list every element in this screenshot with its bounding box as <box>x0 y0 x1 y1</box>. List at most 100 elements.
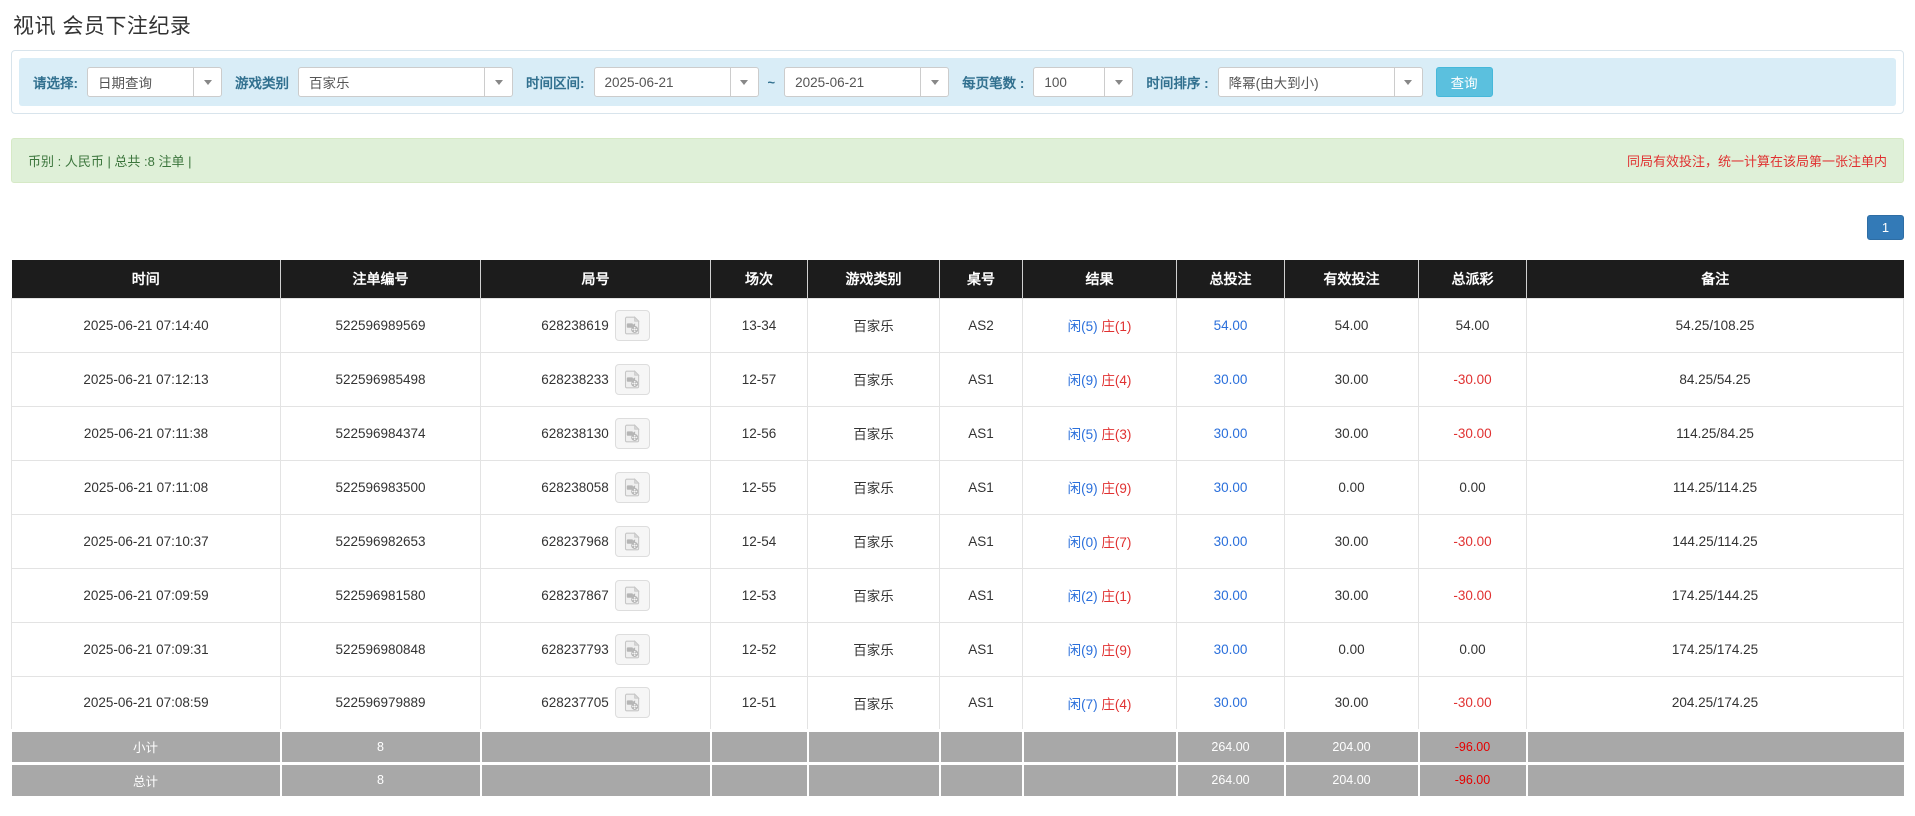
header-valid-bet: 有效投注 <box>1285 260 1419 298</box>
subtotal-label: 小计 <box>12 730 281 763</box>
video-replay-button[interactable] <box>615 418 650 449</box>
sort-label: 时间排序 : <box>1146 72 1208 92</box>
video-replay-button[interactable] <box>615 472 650 503</box>
pagination: 1 <box>11 215 1904 240</box>
chevron-down-icon[interactable] <box>1104 68 1132 96</box>
query-type-select[interactable]: 日期查询 <box>87 67 222 97</box>
header-payout: 总派彩 <box>1419 260 1527 298</box>
game-type-label: 游戏类别 <box>235 72 289 92</box>
video-replay-button[interactable] <box>615 310 650 341</box>
result-player: 闲(9) <box>1068 643 1098 658</box>
round-id-text: 628238130 <box>541 426 609 441</box>
result-player: 闲(9) <box>1068 373 1098 388</box>
chevron-down-icon[interactable] <box>730 68 758 96</box>
cell-bet-id: 522596985498 <box>281 352 481 406</box>
round-id-text: 628237968 <box>541 534 609 549</box>
total-bet-link[interactable]: 30.00 <box>1214 372 1248 387</box>
header-session: 场次 <box>711 260 808 298</box>
chevron-down-icon[interactable] <box>193 68 221 96</box>
total-bet-link[interactable]: 30.00 <box>1214 426 1248 441</box>
cell-time: 2025-06-21 07:12:13 <box>12 352 281 406</box>
cell-payout: 54.00 <box>1419 298 1527 352</box>
cell-result: 闲(7) 庄(4) <box>1023 676 1177 730</box>
cell-time: 2025-06-21 07:09:31 <box>12 622 281 676</box>
page-button-1[interactable]: 1 <box>1867 215 1904 240</box>
date-from-input[interactable]: 2025-06-21 <box>594 67 759 97</box>
date-to-input[interactable]: 2025-06-21 <box>784 67 949 97</box>
chevron-down-icon[interactable] <box>1394 68 1422 96</box>
table-row: 2025-06-21 07:14:40522596989569628238619… <box>12 298 1904 352</box>
page-size-select[interactable]: 100 <box>1033 67 1133 97</box>
notice-text: 同局有效投注，统一计算在该局第一张注单内 <box>1627 151 1887 170</box>
cell-payout: 0.00 <box>1419 622 1527 676</box>
round-id-group: 628238619 <box>541 310 650 341</box>
cell-table-no: AS1 <box>940 568 1023 622</box>
header-remark: 备注 <box>1527 260 1904 298</box>
header-round-id: 局号 <box>481 260 711 298</box>
video-replay-icon <box>622 369 643 390</box>
round-id-group: 628237968 <box>541 526 650 557</box>
video-replay-icon <box>622 315 643 336</box>
search-button[interactable]: 查询 <box>1436 67 1493 97</box>
currency-summary-text: 币别 : 人民币 | 总共 :8 注单 | <box>28 151 192 170</box>
cell-remark: 144.25/114.25 <box>1527 514 1904 568</box>
cell-time: 2025-06-21 07:08:59 <box>12 676 281 730</box>
cell-game-type: 百家乐 <box>808 514 940 568</box>
table-row: 2025-06-21 07:10:37522596982653628237968… <box>12 514 1904 568</box>
video-replay-icon <box>622 639 643 660</box>
video-replay-button[interactable] <box>615 364 650 395</box>
summary-empty-cell <box>1527 730 1904 763</box>
total-bet-link[interactable]: 30.00 <box>1214 534 1248 549</box>
header-game-type: 游戏类别 <box>808 260 940 298</box>
subtotal-row: 小计 8 264.00 204.00 -96.00 <box>12 730 1904 763</box>
round-id-group: 628238233 <box>541 364 650 395</box>
cell-valid-bet: 0.00 <box>1285 622 1419 676</box>
cell-remark: 114.25/114.25 <box>1527 460 1904 514</box>
sort-select[interactable]: 降幂(由大到小) <box>1218 67 1423 97</box>
cell-bet-id: 522596983500 <box>281 460 481 514</box>
total-bet-link[interactable]: 30.00 <box>1214 588 1248 603</box>
cell-result: 闲(5) 庄(1) <box>1023 298 1177 352</box>
total-bet-link[interactable]: 30.00 <box>1214 695 1248 710</box>
video-replay-button[interactable] <box>615 580 650 611</box>
currency-summary-bar: 币别 : 人民币 | 总共 :8 注单 | 同局有效投注，统一计算在该局第一张注… <box>11 138 1904 183</box>
cell-bet-id: 522596989569 <box>281 298 481 352</box>
result-banker: 庄(4) <box>1101 373 1131 388</box>
video-replay-button[interactable] <box>615 634 650 665</box>
chevron-down-icon[interactable] <box>920 68 948 96</box>
result-banker: 庄(1) <box>1101 319 1131 334</box>
round-id-group: 628238130 <box>541 418 650 449</box>
cell-valid-bet: 0.00 <box>1285 460 1419 514</box>
result-player: 闲(7) <box>1068 697 1098 712</box>
cell-session: 12-55 <box>711 460 808 514</box>
table-row: 2025-06-21 07:08:59522596979889628237705… <box>12 676 1904 730</box>
total-bet-link[interactable]: 30.00 <box>1214 480 1248 495</box>
subtotal-payout: -96.00 <box>1419 730 1527 763</box>
cell-game-type: 百家乐 <box>808 298 940 352</box>
subtotal-valid-bet: 204.00 <box>1285 730 1419 763</box>
cell-total-bet: 30.00 <box>1177 622 1285 676</box>
total-bet-link[interactable]: 54.00 <box>1214 318 1248 333</box>
cell-session: 13-34 <box>711 298 808 352</box>
total-valid-bet: 204.00 <box>1285 763 1419 796</box>
video-replay-icon <box>622 531 643 552</box>
chevron-down-icon[interactable] <box>484 68 512 96</box>
summary-empty-cell <box>711 730 808 763</box>
cell-round-id: 628237705 <box>481 676 711 730</box>
total-label: 总计 <box>12 763 281 796</box>
round-id-text: 628237793 <box>541 642 609 657</box>
result-banker: 庄(4) <box>1101 697 1131 712</box>
cell-table-no: AS1 <box>940 352 1023 406</box>
total-bet-link[interactable]: 30.00 <box>1214 642 1248 657</box>
cell-remark: 114.25/84.25 <box>1527 406 1904 460</box>
cell-bet-id: 522596979889 <box>281 676 481 730</box>
game-type-select[interactable]: 百家乐 <box>298 67 513 97</box>
cell-result: 闲(5) 庄(3) <box>1023 406 1177 460</box>
round-id-group: 628237867 <box>541 580 650 611</box>
table-body: 2025-06-21 07:14:40522596989569628238619… <box>12 298 1904 730</box>
video-replay-button[interactable] <box>615 526 650 557</box>
cell-table-no: AS1 <box>940 622 1023 676</box>
cell-game-type: 百家乐 <box>808 352 940 406</box>
video-replay-button[interactable] <box>615 687 650 718</box>
round-id-text: 628238058 <box>541 480 609 495</box>
